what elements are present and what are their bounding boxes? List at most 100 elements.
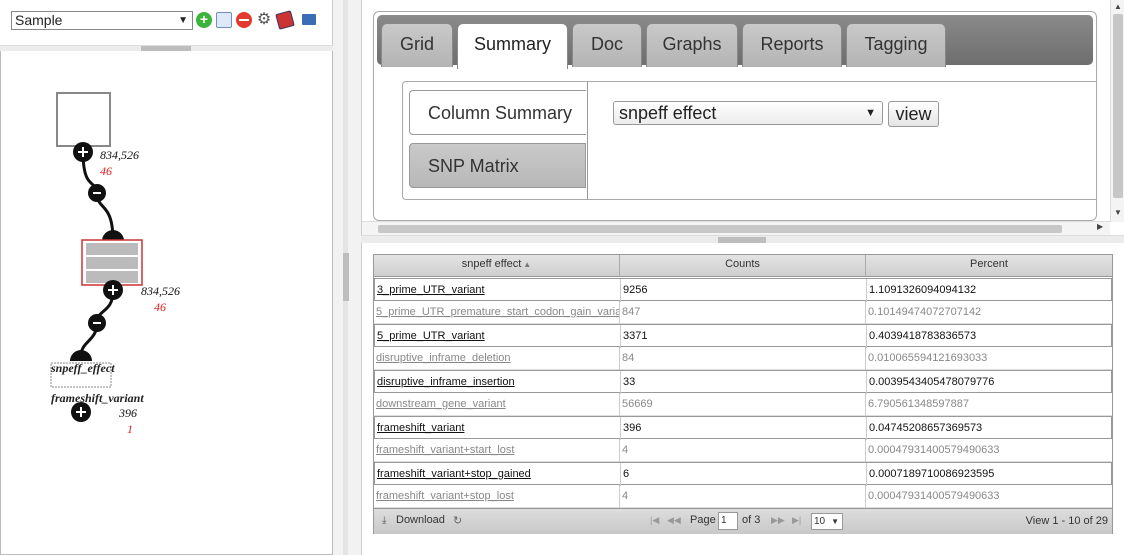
effect-link[interactable]: 5_prime_UTR_variant [375, 325, 621, 348]
effect-link[interactable]: 3_prime_UTR_variant [375, 279, 621, 302]
monitor-icon[interactable] [302, 14, 316, 25]
column-header-counts[interactable]: Counts [620, 255, 866, 277]
table-row[interactable]: frameshift_variant+start_lost 4 0.00047931… [374, 439, 1112, 462]
percent-cell: 0.0039543405478079776 [869, 376, 995, 388]
summary-pane: Column Summary SNP Matrix snpeff effect … [402, 81, 1096, 200]
tab-grid[interactable]: Grid [381, 23, 453, 67]
page-input[interactable]: 1 [718, 512, 738, 530]
prev-page-icon[interactable]: ◀◀ [667, 515, 681, 526]
root-count: 834,526 [100, 148, 139, 162]
effect-link[interactable]: frameshift_variant+stop_gained [375, 463, 621, 486]
tab-reports[interactable]: Reports [742, 23, 842, 67]
vertical-scrollbar[interactable]: ▲ ▼ [1110, 0, 1124, 222]
view-count: View 1 - 10 of 29 [1025, 515, 1108, 527]
copy-icon[interactable] [216, 12, 232, 28]
chevron-down-icon: ▼ [865, 107, 876, 119]
scrollbar-thumb[interactable] [1113, 14, 1123, 198]
splitter-grip[interactable] [343, 253, 349, 301]
tab-strip: Grid Summary Doc Graphs Reports Tagging [377, 15, 1093, 69]
effect-link[interactable]: frameshift_variant [375, 417, 621, 440]
grid-pager: ⤓ Download ↻ |◀ ◀◀ Page 1 of 3 ▶▶ ▶| 10 … [374, 508, 1112, 534]
root-node[interactable] [56, 92, 111, 147]
effect-link[interactable]: disruptive_inframe_deletion [374, 347, 620, 370]
column-header-effect[interactable]: snpeff effect ▲ [374, 255, 620, 277]
gear-icon[interactable]: ⚙ [256, 12, 272, 28]
scroll-down-icon[interactable]: ▼ [1114, 208, 1122, 217]
grid-header: snpeff effect ▲ Counts Percent [374, 255, 1112, 277]
effect-link[interactable]: frameshift_variant+stop_lost [374, 485, 620, 508]
percent-cell: 0.010065594121693033 [868, 352, 988, 364]
next-page-icon[interactable]: ▶▶ [771, 515, 785, 526]
percent-cell: 0.00047931400579490633 [868, 444, 1000, 456]
leaf-count: 396 [119, 406, 137, 420]
leaf-title: snpeff_effect [51, 361, 115, 375]
tabs-container: Grid Summary Doc Graphs Reports Tagging … [373, 11, 1097, 221]
count-cell: 3371 [621, 325, 867, 348]
percent-cell: 6.790561348597887 [868, 398, 969, 410]
count-cell: 4 [620, 485, 866, 508]
filter-count: 834,526 [141, 284, 180, 298]
field-select[interactable]: snpeff effect ▼ [613, 101, 883, 125]
leaf-value: frameshift_variant [51, 391, 144, 405]
tab-graphs[interactable]: Graphs [646, 23, 738, 67]
add-icon[interactable]: + [196, 12, 212, 28]
rows-per-page-select[interactable]: 10 ▼ [811, 513, 843, 530]
table-row[interactable]: 5_prime_UTR_premature_start_codon_gain_v… [374, 301, 1112, 324]
count-cell: 4 [620, 439, 866, 462]
download-icon[interactable]: ⤓ [382, 515, 386, 526]
first-page-icon[interactable]: |◀ [650, 515, 659, 526]
effect-link[interactable]: frameshift_variant+start_lost [374, 439, 620, 462]
count-cell: 84 [620, 347, 866, 370]
tab-doc[interactable]: Doc [572, 23, 642, 67]
grid-area: snpeff effect ▲ Counts Percent 3_prime_UT… [361, 243, 1124, 555]
table-row[interactable]: disruptive_inframe_deletion 84 0.010065594… [374, 347, 1112, 370]
tab-snp-matrix[interactable]: SNP Matrix [409, 143, 586, 188]
effect-link[interactable]: 5_prime_UTR_premature_start_codon_gain_v… [374, 301, 620, 324]
vertical-splitter[interactable] [333, 0, 361, 555]
tab-tagging[interactable]: Tagging [846, 23, 946, 67]
workflow-tree-svg [50, 92, 143, 422]
count-cell: 9256 [621, 279, 867, 302]
left-toolbar: Sample ▼ + ⚙ [0, 0, 333, 45]
scroll-right-icon[interactable]: ▶ [1097, 222, 1103, 231]
page-label: Page [690, 514, 716, 526]
percent-cell: 0.00047931400579490633 [868, 490, 1000, 502]
field-select-value: snpeff effect [619, 103, 717, 123]
chevron-down-icon: ▼ [831, 517, 839, 526]
download-button[interactable]: Download [396, 514, 445, 526]
column-header-percent[interactable]: Percent [866, 255, 1112, 277]
count-cell: 33 [621, 371, 867, 394]
count-cell: 396 [621, 417, 867, 440]
tab-summary[interactable]: Summary [457, 23, 568, 69]
count-cell: 56669 [620, 393, 866, 416]
horizontal-scrollbar[interactable]: ▶ [362, 221, 1110, 235]
scrollbar-thumb[interactable] [378, 225, 1062, 233]
table-row[interactable]: frameshift_variant 396 0.04745208657369573 [374, 416, 1112, 440]
percent-cell: 0.04745208657369573 [869, 422, 983, 434]
flag-icon[interactable] [275, 10, 295, 30]
remove-icon[interactable] [236, 12, 252, 28]
last-page-icon[interactable]: ▶| [792, 515, 801, 526]
table-row[interactable]: downstream_gene_variant 56669 6.7905613485… [374, 393, 1112, 416]
tab-column-summary[interactable]: Column Summary [409, 90, 586, 135]
sample-select[interactable]: Sample ▼ [11, 11, 193, 30]
page-total: of 3 [742, 514, 761, 526]
sample-select-value: Sample [15, 12, 63, 28]
table-row[interactable]: disruptive_inframe_insertion 33 0.00395434… [374, 370, 1112, 394]
effect-link[interactable]: downstream_gene_variant [374, 393, 620, 416]
table-row[interactable]: frameshift_variant+stop_lost 4 0.000479314… [374, 485, 1112, 508]
workflow-canvas[interactable]: 834,526 46 834,526 46 snpeff_effect fram… [0, 51, 333, 555]
table-row[interactable]: 3_prime_UTR_variant 9256 1.109132609409413… [374, 278, 1112, 302]
count-cell: 847 [620, 301, 866, 324]
percent-cell: 0.4039418783836573 [869, 330, 977, 342]
percent-cell: 0.0007189710086923595 [869, 468, 995, 480]
table-row[interactable]: frameshift_variant+stop_gained 6 0.0007189… [374, 462, 1112, 486]
table-row[interactable]: 5_prime_UTR_variant 3371 0.403941878383657… [374, 324, 1112, 348]
scroll-up-icon[interactable]: ▲ [1114, 2, 1122, 11]
view-button[interactable]: view [888, 101, 939, 127]
leaf-subcount: 1 [127, 422, 133, 436]
count-cell: 6 [621, 463, 867, 486]
refresh-icon[interactable]: ↻ [453, 514, 462, 527]
effect-link[interactable]: disruptive_inframe_insertion [375, 371, 621, 394]
horizontal-splitter[interactable] [361, 235, 1124, 243]
